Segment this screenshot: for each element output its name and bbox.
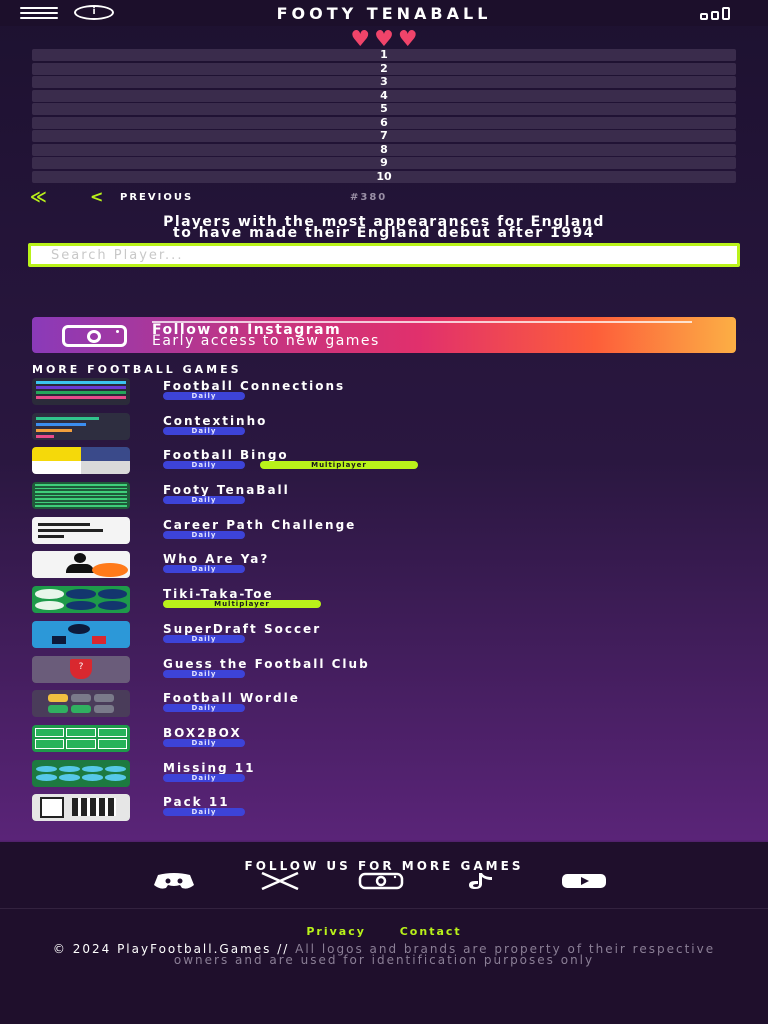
game-list-item[interactable]: Tiki-Taka-Toe Multiplayer [32,586,752,621]
copyright-text: © 2024 PlayFootball.Games // All logos a… [30,943,738,966]
game-list-item[interactable]: SuperDraft Soccer Daily [32,620,752,656]
tiktok-icon[interactable] [458,872,506,890]
bar-chart-icon[interactable] [700,7,740,20]
games-list: Football Connections Daily Contextinho Dail… [32,378,752,829]
instagram-icon [62,325,127,347]
game-name[interactable]: Missing 11 [163,762,255,774]
question-line-2: to have made their England debut after 1… [173,225,595,241]
daily-badge: Daily [163,808,245,817]
game-list-item[interactable]: Football Bingo Daily Multiplayer [32,447,752,482]
whoareya-game-icon[interactable] [32,551,130,579]
bingo-game-icon[interactable] [32,447,130,475]
answer-slot: 8 [32,143,736,156]
search-player-input[interactable] [28,243,740,267]
game-name[interactable]: Career Path Challenge [163,519,356,531]
chevron-left-icon[interactable]: < [90,187,103,206]
answer-slot: 2 [32,62,736,75]
daily-badge: Daily [163,392,245,400]
instagram-banner[interactable]: Follow on Instagram Early access to new … [32,317,736,353]
career-game-icon[interactable] [32,516,130,544]
multiplayer-badge: Multiplayer [260,461,418,470]
answer-slot: 1 [32,49,736,61]
top-bar: i FOOTY TENABALL [0,0,768,26]
game-name[interactable]: BOX2BOX [163,727,242,739]
daily-badge: Daily [163,738,245,747]
daily-badge: Daily [163,634,245,643]
answer-slot: 3 [32,76,736,89]
game-name[interactable]: Guess the Football Club [163,658,370,670]
game-name[interactable]: Pack 11 [163,796,230,808]
contact-link[interactable]: Contact [400,925,462,938]
connections-game-icon[interactable] [32,378,130,405]
app-title: FOOTY TENABALL [276,4,492,23]
game-list-item[interactable]: Career Path Challenge Daily [32,516,752,552]
multiplayer-badge: Multiplayer [163,600,321,609]
previous-button[interactable]: PREVIOUS [120,192,193,203]
game-name[interactable]: SuperDraft Soccer [163,623,321,635]
game-list-item[interactable]: Football Connections Daily [32,378,752,413]
game-list-item[interactable]: Footy TenaBall Daily [32,482,752,517]
answer-slot: 7 [32,130,736,143]
game-list-item[interactable]: Football Wordle Daily [32,690,752,725]
game-list-item[interactable]: Contextinho Daily [32,412,752,448]
discord-icon[interactable] [150,872,198,890]
guessclub-game-icon[interactable]: ? [32,655,130,683]
puzzle-number: #380 [350,192,388,203]
pack11-game-icon[interactable] [32,794,130,822]
answer-list: 1 2 3 4 5 6 7 8 9 10 [32,49,736,184]
daily-badge: Daily [163,669,245,678]
social-links [150,872,620,890]
wordle-game-icon[interactable] [32,690,130,718]
game-list-item[interactable]: Who Are Ya? Daily [32,551,752,586]
box2box-game-icon[interactable] [32,724,130,752]
privacy-link[interactable]: Privacy [306,925,366,938]
instagram-icon[interactable] [357,872,405,890]
daily-badge: Daily [163,773,245,782]
instagram-subtitle: Early access to new games [152,333,380,349]
game-name[interactable]: Football Bingo [163,449,289,461]
heart-icon: ♥ [397,27,418,52]
question-text: Players with the most appearances for En… [20,215,748,241]
answer-slot: 9 [32,157,736,170]
answer-slot: 10 [32,170,736,183]
answer-slot: 6 [32,116,736,129]
tikitaka-game-icon[interactable] [32,586,130,614]
x-icon[interactable] [256,872,304,890]
missing11-game-icon[interactable] [32,759,130,787]
heart-icon: ♥ [374,27,394,52]
footer-links: Privacy Contact [0,925,768,938]
daily-badge: Daily [163,426,245,435]
game-name[interactable]: Who Are Ya? [163,553,269,565]
tenaball-game-icon[interactable] [32,482,130,510]
follow-us-title: FOLLOW US FOR MORE GAMES [244,859,524,873]
game-name[interactable]: Footy TenaBall [163,484,290,496]
game-name[interactable]: Tiki-Taka-Toe [163,588,274,600]
superdraft-game-icon[interactable] [32,620,130,648]
game-list-item[interactable]: Pack 11 Daily [32,794,752,829]
answer-slot: 4 [32,89,736,102]
lives-hearts: ♥ ♥ ♥ [0,27,768,52]
game-list-item[interactable]: BOX2BOX Daily [32,724,752,760]
game-name[interactable]: Contextinho [163,415,267,427]
game-list-item[interactable]: ? Guess the Football Club Daily [32,655,752,691]
first-puzzle-button[interactable]: ≪ [30,187,47,206]
game-name[interactable]: Football Wordle [163,692,300,704]
daily-badge: Daily [163,530,245,539]
game-name[interactable]: Football Connections [163,380,345,392]
daily-badge: Daily [163,565,245,574]
daily-badge: Daily [163,704,245,713]
daily-badge: Daily [163,496,245,505]
youtube-icon[interactable] [560,872,608,890]
contextinho-game-icon[interactable] [32,412,130,440]
heart-icon: ♥ [350,27,371,52]
daily-badge: Daily [163,461,245,470]
answer-slot: 5 [32,103,736,116]
more-games-title: MORE FOOTBALL GAMES [32,363,242,376]
game-list-item[interactable]: Missing 11 Daily [32,759,752,795]
puzzle-navigation: ≪ < PREVIOUS #380 [30,187,430,206]
footer-divider [0,908,768,909]
